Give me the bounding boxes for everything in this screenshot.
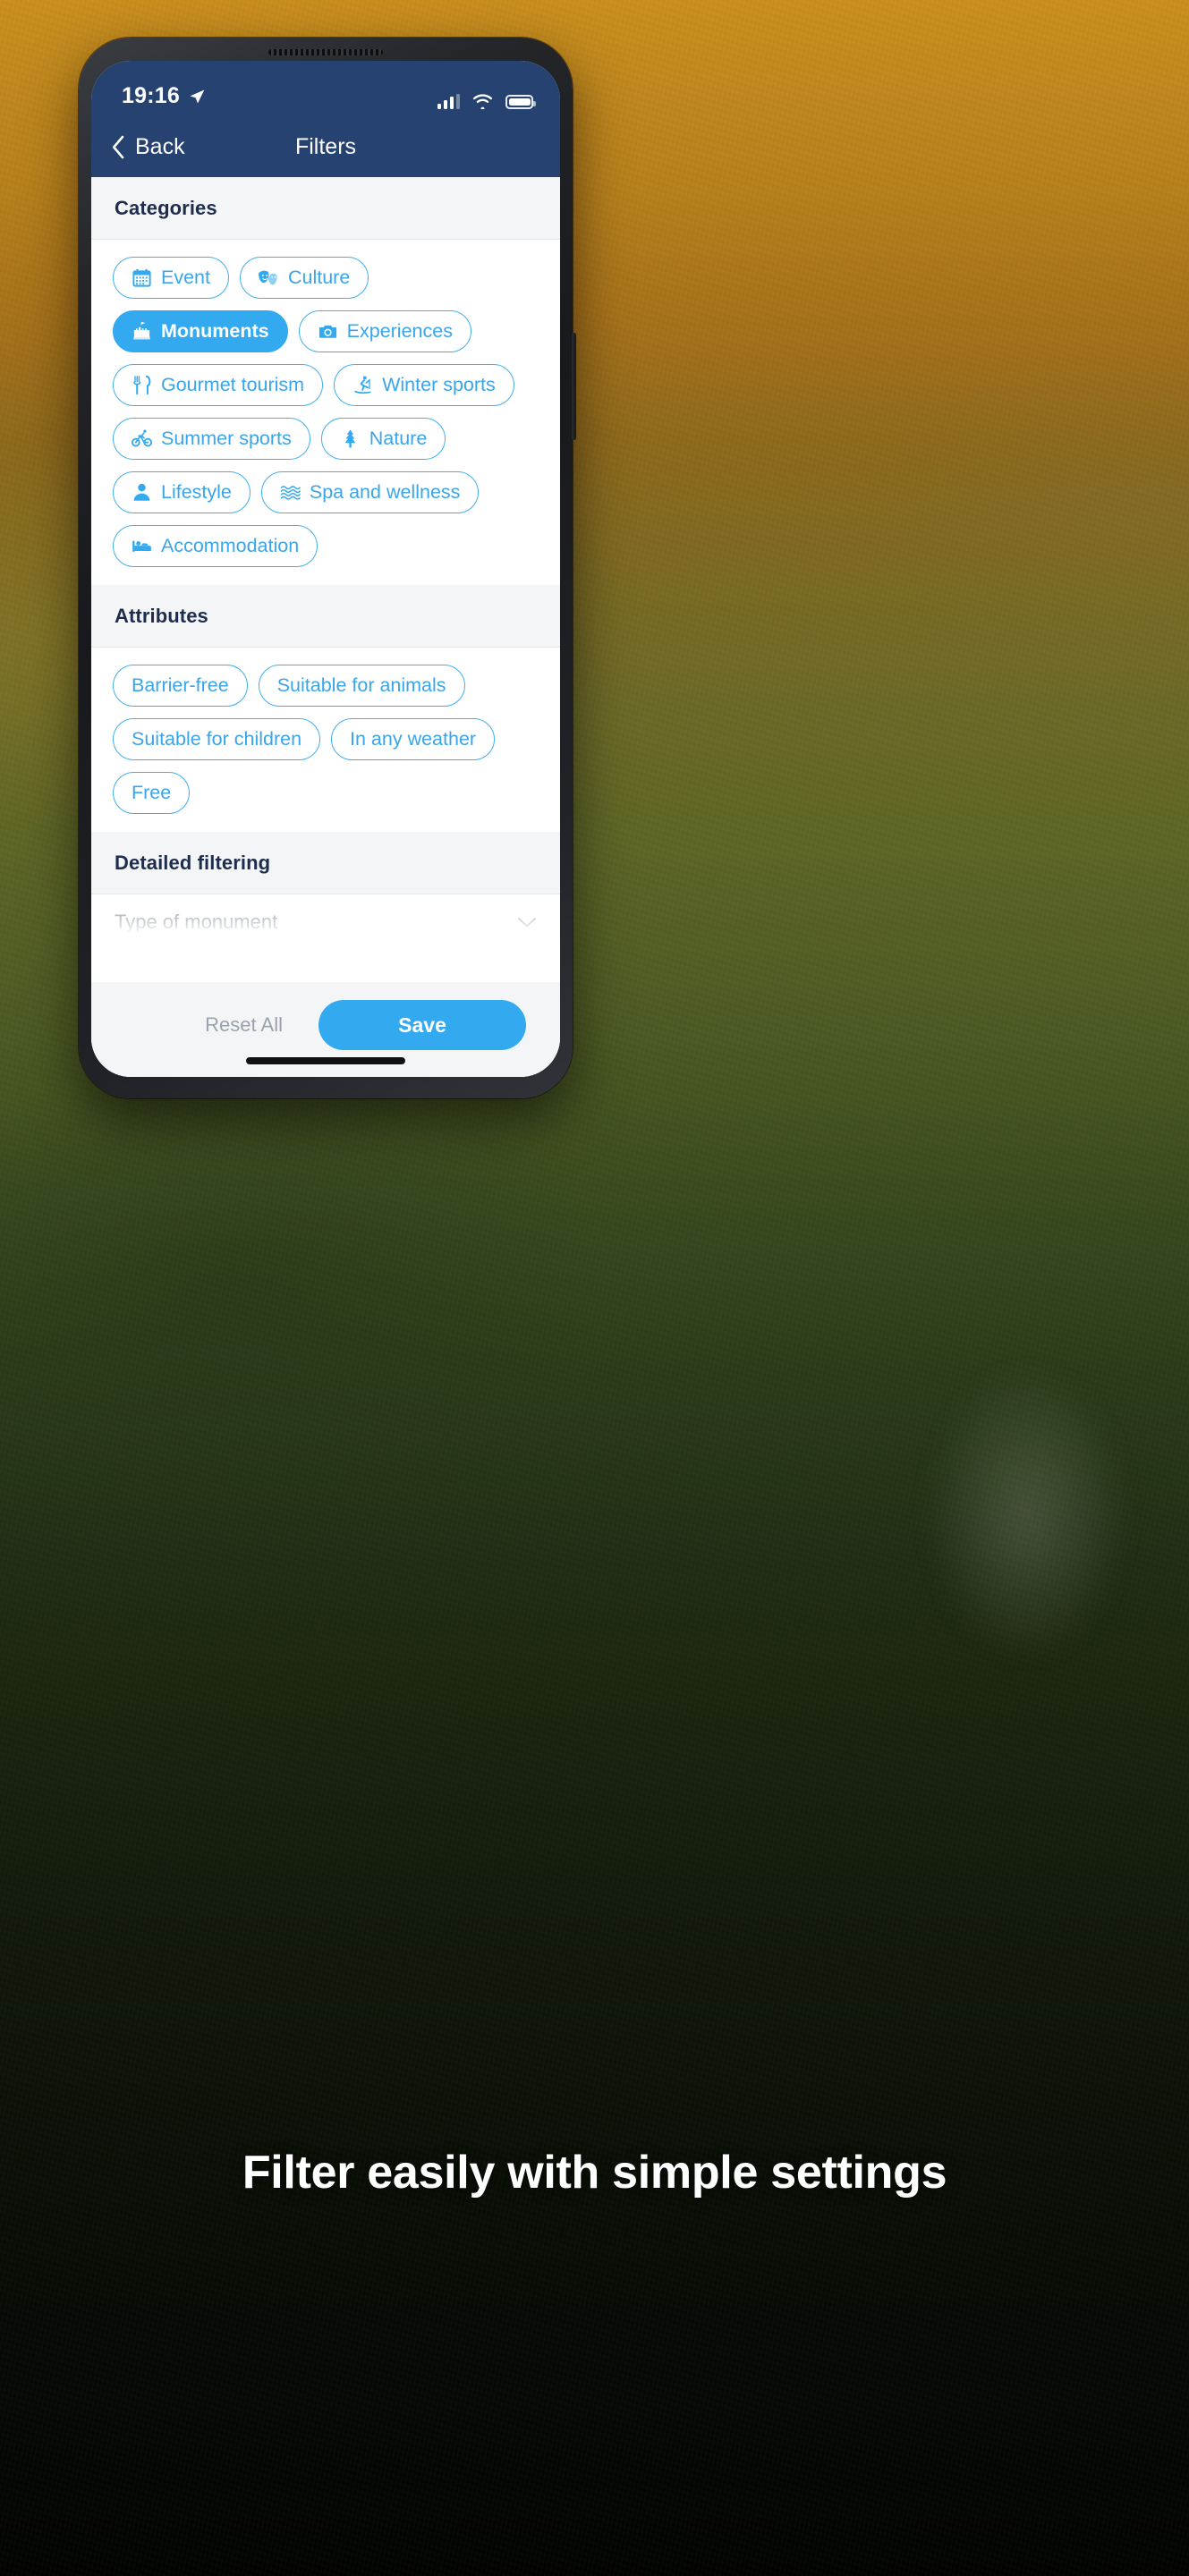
masks-icon [258,267,279,288]
chevron-down-icon [518,917,536,927]
categories-chip-label: Accommodation [161,534,300,556]
cutlery-icon [132,375,152,395]
categories-chip-experiences[interactable]: Experiences [298,310,471,352]
phone-screen: 19:16 Back Filters Categories Event Cult… [91,61,560,1077]
categories-chip-label: Event [161,266,210,288]
categories-chip-label: Summer sports [161,427,292,449]
categories-chip-label: Monuments [161,319,269,342]
calendar-icon [132,267,152,288]
location-arrow-icon [190,89,205,103]
navigation-bar: Back Filters [91,116,560,177]
categories-chip-spa-and-wellness[interactable]: Spa and wellness [260,471,480,513]
reset-all-button[interactable]: Reset All [192,1004,295,1046]
categories-chip-label: Culture [287,266,351,288]
status-time-label: 19:16 [122,83,180,108]
attributes-chip-suitable-for-children[interactable]: Suitable for children [113,718,321,760]
categories-chip-event[interactable]: Event [113,257,229,299]
attributes-chip-label: In any weather [350,727,477,750]
section-header-attributes: Attributes [91,585,560,648]
cellular-signal-icon [437,94,460,109]
categories-chip-summer-sports[interactable]: Summer sports [113,418,310,460]
categories-chip-label: Winter sports [382,373,496,395]
bicycle-icon [132,428,152,449]
camera-icon [318,321,338,342]
marketing-caption: Filter easily with simple settings [242,2147,947,2199]
battery-full-icon [505,95,536,109]
categories-chip-list: Event Culture Monuments Experiences Gourmet … [91,240,560,585]
status-clock: 19:16 [122,83,206,109]
status-icon-group [437,93,536,109]
categories-chip-lifestyle[interactable]: Lifestyle [113,471,251,513]
categories-chip-label: Lifestyle [161,480,232,503]
categories-chip-culture[interactable]: Culture [239,257,369,299]
attributes-chip-label: Suitable for children [132,727,302,750]
attributes-chip-label: Barrier-free [132,674,229,696]
categories-chip-label: Gourmet tourism [161,373,305,395]
chevron-left-icon [112,135,124,158]
section-header-detailed-filtering: Detailed filtering [91,832,560,894]
attributes-chip-list: Barrier-free Suitable for animals Suitable… [91,648,560,832]
home-indicator [246,1057,405,1064]
skier-icon [352,375,373,395]
castle-icon [132,321,152,342]
back-button-label: Back [135,133,185,159]
attributes-chip-barrier-free[interactable]: Barrier-free [113,665,248,707]
bed-icon [132,536,152,556]
categories-chip-accommodation[interactable]: Accommodation [113,525,318,567]
person-icon [132,482,152,503]
categories-chip-gourmet-tourism[interactable]: Gourmet tourism [113,364,324,406]
phone-device-frame: 19:16 Back Filters Categories Event Cult… [79,38,576,1098]
type-of-monument-dropdown[interactable]: Type of monument [91,894,560,934]
categories-chip-monuments[interactable]: Monuments [113,310,288,352]
attributes-chip-label: Free [132,781,172,803]
filters-content: Categories Event Culture Monuments Experien… [91,177,560,1077]
status-bar: 19:16 [91,61,560,116]
categories-chip-label: Experiences [346,319,453,342]
attributes-chip-in-any-weather[interactable]: In any weather [331,718,496,760]
attributes-chip-label: Suitable for animals [276,674,446,696]
categories-chip-nature[interactable]: Nature [320,418,446,460]
categories-chip-winter-sports[interactable]: Winter sports [334,364,514,406]
save-button[interactable]: Save [318,1000,526,1050]
back-button[interactable]: Back [111,134,185,160]
attributes-chip-free[interactable]: Free [113,772,191,814]
attributes-chip-suitable-for-animals[interactable]: Suitable for animals [258,665,465,707]
categories-chip-label: Spa and wellness [309,480,461,503]
earpiece-speaker [268,49,383,55]
tree-icon [340,428,361,449]
section-header-categories: Categories [91,177,560,240]
type-of-monument-placeholder: Type of monument [115,911,278,933]
wifi-icon [472,94,493,109]
categories-chip-label: Nature [369,427,428,449]
waves-icon [280,482,301,503]
